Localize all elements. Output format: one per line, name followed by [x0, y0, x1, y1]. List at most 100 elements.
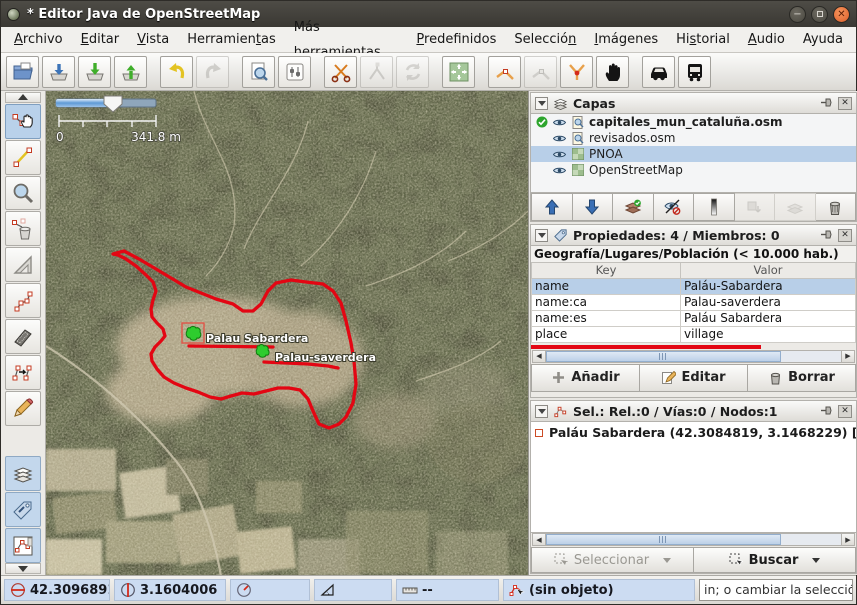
car-routing-button[interactable]	[642, 56, 675, 88]
add-tag-button[interactable]: Añadir	[531, 364, 640, 392]
longitude-icon	[120, 582, 136, 598]
layer-delete-button[interactable]	[816, 193, 857, 221]
scroll-right-icon[interactable]: ▶	[841, 534, 854, 545]
properties-panel: Propiedades: 4 / Miembros: 0 ✕ Geografía…	[530, 224, 857, 398]
move-node-way-button[interactable]	[524, 56, 557, 88]
layer-merge-button[interactable]	[735, 193, 776, 221]
properties-pin-button[interactable]	[820, 226, 833, 245]
selection-close-button[interactable]: ✕	[838, 405, 852, 418]
menu-predefinidos[interactable]: Predefinidos	[407, 27, 505, 52]
menu-audio[interactable]: Audio	[739, 27, 794, 52]
layers-collapse-button[interactable]	[535, 97, 548, 110]
bus-routing-button[interactable]	[678, 56, 711, 88]
unglue-node-button[interactable]	[560, 56, 593, 88]
layer-activate-button[interactable]	[613, 193, 654, 221]
selection-collapse-button[interactable]	[535, 405, 548, 418]
layer-move-down-button[interactable]	[573, 193, 614, 221]
tag-row-place[interactable]: placevillage	[532, 326, 856, 342]
tags-col-key[interactable]: Key	[532, 263, 681, 278]
tags-col-value[interactable]: Valor	[681, 263, 856, 278]
properties-hscrollbar[interactable]: ◀ ▶	[532, 350, 855, 363]
tools-scroll-down[interactable]	[5, 563, 41, 574]
parallel-way-tool-button[interactable]	[5, 355, 41, 390]
map-canvas[interactable]: Palau Sabardera Palau-saverdera 0 341.8 …	[46, 91, 528, 575]
toggle-selection-panel-button[interactable]	[5, 528, 41, 563]
menu-herramientas[interactable]: Herramientas	[178, 27, 285, 52]
toggle-layers-panel-button[interactable]	[5, 456, 41, 491]
selection-panel-title: Sel.: Rel.:0 / Vías:0 / Nodos:1	[573, 404, 815, 419]
visibility-eye-icon[interactable]	[552, 134, 567, 143]
create-node-tool-button[interactable]	[5, 283, 41, 318]
delete-tool-button[interactable]	[5, 211, 41, 246]
select-tool-button[interactable]	[5, 104, 41, 139]
scroll-left-icon[interactable]: ◀	[533, 351, 546, 362]
visibility-eye-icon[interactable]	[552, 150, 567, 159]
menu-seleccion[interactable]: Selección	[505, 27, 585, 52]
layer-opacity-button[interactable]	[694, 193, 735, 221]
edit-tag-button[interactable]: Editar	[640, 364, 748, 392]
scroll-right-icon[interactable]: ▶	[841, 351, 854, 362]
selection-pin-button[interactable]	[820, 402, 833, 421]
preset-link[interactable]: Geografía/Lugares/Población (< 10.000 ha…	[531, 246, 856, 263]
layers-close-button[interactable]: ✕	[838, 97, 852, 110]
visibility-eye-icon[interactable]	[552, 166, 567, 175]
tag-row-name-ca[interactable]: name:caPalau-saverdera	[532, 294, 856, 310]
tools-scroll-up[interactable]	[5, 92, 41, 103]
join-node-way-button[interactable]	[488, 56, 521, 88]
visibility-eye-icon[interactable]	[552, 118, 567, 127]
layer-row-capitales[interactable]: capitales_mun_cataluña.osm	[531, 114, 856, 130]
maximize-button[interactable]	[811, 6, 828, 23]
save-button[interactable]	[42, 56, 75, 88]
reverse-way-button[interactable]	[396, 56, 429, 88]
select-objects-button[interactable]: Seleccionar	[531, 547, 694, 573]
undo-button[interactable]	[160, 56, 193, 88]
measure-tool-button[interactable]	[5, 247, 41, 282]
place-marker-2[interactable]	[256, 345, 269, 358]
layer-row-pnoa[interactable]: PNOA	[531, 146, 856, 162]
selection-hscrollbar[interactable]: ◀ ▶	[532, 533, 855, 546]
menu-ayuda[interactable]: Ayuda	[794, 27, 852, 52]
minimize-button[interactable]: −	[789, 6, 806, 23]
split-way-button[interactable]	[324, 56, 357, 88]
download-area-button[interactable]	[442, 56, 475, 88]
close-button[interactable]: ✕	[833, 6, 850, 23]
redo-button[interactable]	[196, 56, 229, 88]
download-data-button[interactable]	[78, 56, 111, 88]
upload-data-button[interactable]	[114, 56, 147, 88]
place-marker[interactable]	[186, 327, 201, 341]
layer-move-up-button[interactable]	[531, 193, 573, 221]
zoom-tool-button[interactable]	[5, 176, 41, 211]
layer-row-openstreetmap[interactable]: OpenStreetMap	[531, 162, 856, 178]
extrude-tool-button[interactable]	[5, 319, 41, 354]
latitude-value: 42.3096891	[30, 583, 110, 598]
combine-way-button[interactable]	[360, 56, 393, 88]
tag-row-name[interactable]: namePaláu-Sabardera	[532, 278, 856, 294]
draw-node-tool-button[interactable]	[5, 140, 41, 175]
toggle-properties-panel-button[interactable]	[5, 492, 41, 527]
follow-line-button[interactable]	[596, 56, 629, 88]
delete-tag-button[interactable]: Borrar	[748, 364, 856, 392]
menu-vista[interactable]: Vista	[128, 27, 178, 52]
map-view[interactable]: Palau Sabardera Palau-saverdera 0 341.8 …	[46, 91, 528, 575]
search-button[interactable]: Buscar	[694, 547, 856, 573]
layer-duplicate-button[interactable]	[775, 193, 816, 221]
improve-accuracy-tool-button[interactable]	[5, 391, 41, 426]
properties-close-button[interactable]: ✕	[838, 229, 852, 242]
layers-pin-button[interactable]	[820, 94, 833, 113]
tag-row-name-es[interactable]: name:esPaláu Sabardera	[532, 310, 856, 326]
scroll-thumb[interactable]	[546, 534, 781, 545]
layer-show-hide-button[interactable]	[654, 193, 695, 221]
properties-collapse-button[interactable]	[535, 229, 548, 242]
menu-archivo[interactable]: Archivo	[5, 27, 72, 52]
selection-list-item[interactable]: Paláu Sabardera (42.3084819, 3.1468229) …	[535, 425, 852, 440]
menu-editar[interactable]: Editar	[72, 27, 129, 52]
scroll-thumb[interactable]	[546, 351, 781, 362]
search-presets-button[interactable]	[242, 56, 275, 88]
open-file-button[interactable]	[6, 56, 39, 88]
menu-imagenes[interactable]: Imágenes	[585, 27, 667, 52]
pencil-icon	[11, 396, 35, 420]
menu-historial[interactable]: Historial	[667, 27, 739, 52]
scroll-left-icon[interactable]: ◀	[533, 534, 546, 545]
preferences-button[interactable]	[278, 56, 311, 88]
layer-row-revisados[interactable]: revisados.osm	[531, 130, 856, 146]
